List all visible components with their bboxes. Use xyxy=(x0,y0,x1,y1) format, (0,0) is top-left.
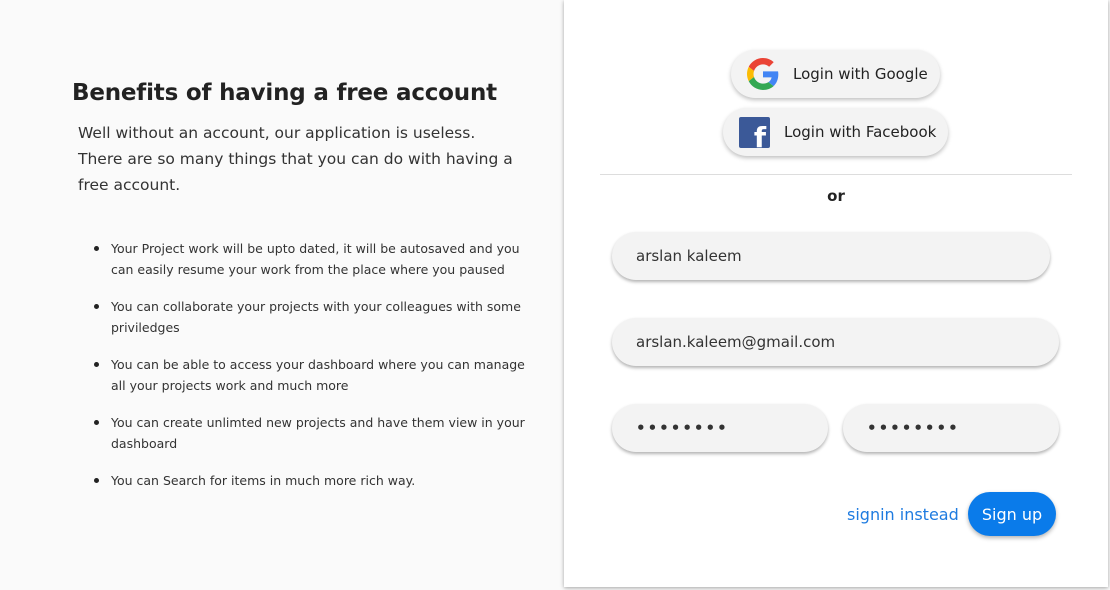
benefits-panel: Benefits of having a free account Well w… xyxy=(0,0,564,590)
divider xyxy=(600,174,1072,175)
google-g-icon xyxy=(747,58,779,90)
signup-card: Login with Google f Login with Facebook … xyxy=(564,0,1108,587)
login-with-google-button[interactable]: Login with Google xyxy=(731,50,940,98)
facebook-f-icon: f xyxy=(739,116,770,148)
password-field[interactable] xyxy=(612,404,828,452)
benefits-title: Benefits of having a free account xyxy=(72,80,497,106)
benefit-item: You can Search for items in much more ri… xyxy=(94,470,531,491)
benefit-item: You can create unlimted new projects and… xyxy=(94,412,531,454)
benefit-item: You can collaborate your projects with y… xyxy=(94,296,531,338)
facebook-button-label: Login with Facebook xyxy=(784,123,937,141)
benefits-list: Your Project work will be upto dated, it… xyxy=(94,238,531,507)
benefits-intro: Well without an account, our application… xyxy=(78,124,513,194)
name-field[interactable] xyxy=(612,232,1050,280)
confirm-password-field[interactable] xyxy=(843,404,1059,452)
sign-up-button[interactable]: Sign up xyxy=(968,492,1056,536)
email-field[interactable] xyxy=(612,318,1059,366)
login-with-facebook-button[interactable]: f Login with Facebook xyxy=(723,108,948,156)
google-button-label: Login with Google xyxy=(793,65,928,83)
signin-instead-link[interactable]: signin instead xyxy=(847,505,959,524)
or-separator: or xyxy=(827,187,845,205)
benefit-item: Your Project work will be upto dated, it… xyxy=(94,238,531,280)
benefit-item: You can be able to access your dashboard… xyxy=(94,354,531,396)
